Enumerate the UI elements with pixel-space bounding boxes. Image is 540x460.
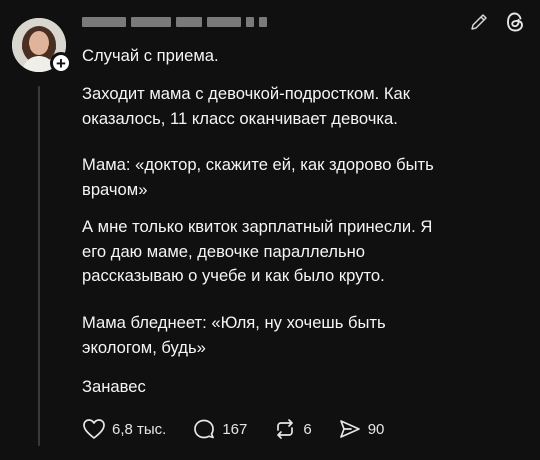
like-button[interactable]: 6,8 тыс.	[82, 418, 166, 440]
reply-count: 167	[222, 420, 248, 438]
threads-post: + Случай с приема. Заходит мама с девочк…	[0, 0, 540, 460]
share-count: 90	[367, 420, 385, 438]
repost-button[interactable]: 6	[273, 418, 312, 440]
like-count: 6,8 тыс.	[112, 420, 167, 438]
send-icon	[339, 420, 360, 438]
post-paragraph: Мама: «доктор, скажите ей, как здорово б…	[82, 155, 434, 199]
post-paragraph: А мне только квиток зарплатный принесли.…	[82, 217, 433, 285]
comment-icon	[194, 419, 215, 439]
pencil-icon[interactable]	[468, 11, 490, 33]
username-redacted[interactable]	[82, 16, 288, 28]
threads-logo-icon[interactable]	[504, 10, 526, 34]
post-actions: 6,8 тыс. 167 6 90	[82, 418, 410, 440]
reply-button[interactable]: 167	[192, 418, 247, 440]
post-paragraph: Заходит мама с девочкой-подростком. Как …	[82, 84, 411, 128]
follow-button[interactable]: +	[50, 52, 72, 74]
share-button[interactable]: 90	[338, 418, 385, 440]
post-paragraph: Случай с приема.	[82, 46, 219, 65]
post-paragraph: Занавес	[82, 377, 146, 396]
heart-icon	[83, 419, 105, 439]
plus-icon: +	[56, 53, 66, 73]
post-paragraph: Мама бледнеет: «Юля, ну хочешь быть экол…	[82, 313, 386, 357]
repost-count: 6	[303, 420, 312, 438]
thread-line	[38, 86, 40, 446]
repost-icon	[277, 419, 294, 439]
